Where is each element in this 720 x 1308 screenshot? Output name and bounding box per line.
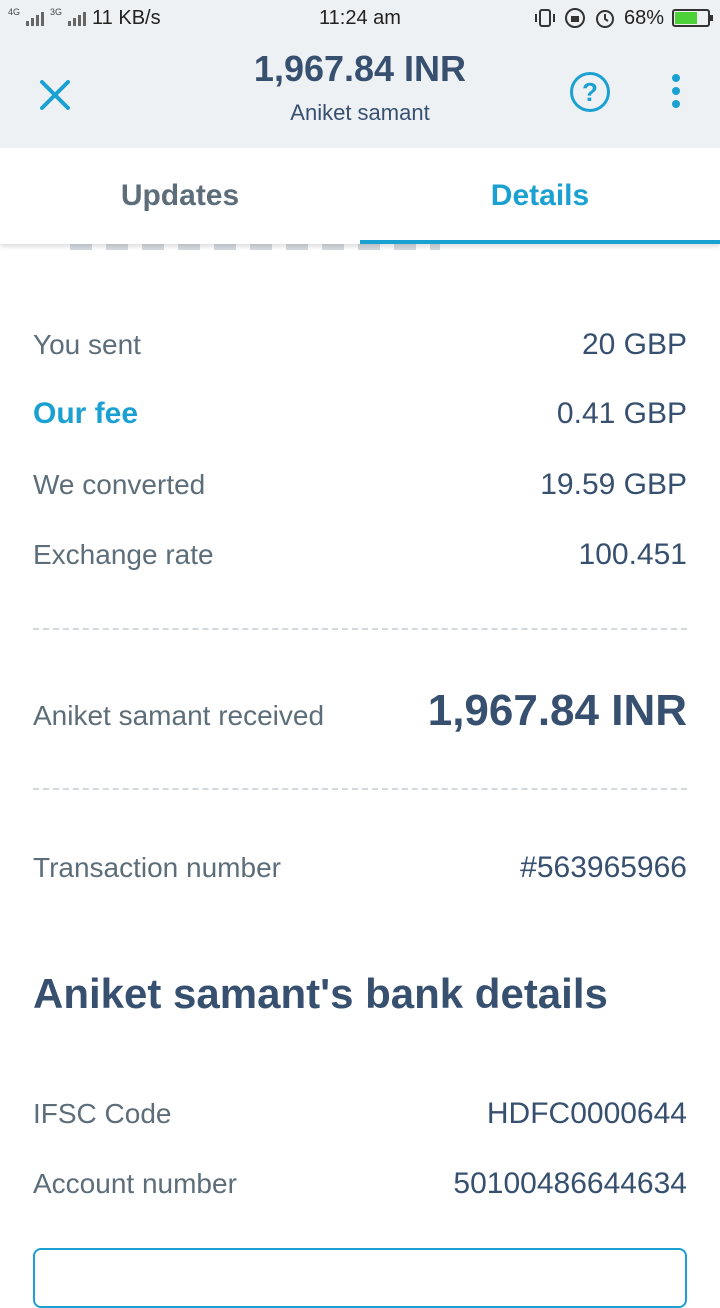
alarm-icon	[595, 10, 614, 28]
account-row: Account number 50100486644634	[33, 1164, 687, 1204]
header-amount: 1,967.84 INR	[253, 48, 467, 89]
rotation-lock-icon	[564, 8, 585, 28]
exchange-rate-row: Exchange rate 100.451	[33, 535, 687, 575]
header-recipient: Aniket samant	[290, 100, 430, 125]
fee-row: Our fee 0.41 GBP	[33, 394, 687, 434]
our-fee-link[interactable]: Our fee	[33, 394, 138, 434]
transaction-value: #563965966	[520, 851, 687, 884]
more-options-icon[interactable]	[668, 74, 684, 114]
status-right: 68%	[534, 0, 713, 36]
you-sent-row: You sent 20 GBP	[33, 325, 687, 365]
divider	[33, 788, 687, 790]
active-tab-indicator	[360, 240, 720, 244]
ifsc-label: IFSC Code	[33, 1098, 172, 1129]
account-value: 50100486644634	[453, 1167, 687, 1200]
battery-icon	[672, 9, 713, 27]
transaction-label: Transaction number	[33, 852, 281, 883]
converted-label: We converted	[33, 469, 206, 500]
app-header: 1,967.84 INR Aniket samant ?	[0, 36, 720, 148]
bank-details-title: Aniket samant's bank details	[33, 970, 608, 1017]
converted-value: 19.59 GBP	[540, 468, 687, 501]
tab-updates[interactable]: Updates	[0, 148, 360, 244]
action-button[interactable]	[33, 1248, 687, 1308]
divider	[33, 628, 687, 630]
exchange-rate-value: 100.451	[578, 538, 687, 571]
battery-percent: 68%	[623, 7, 664, 29]
vibrate-icon	[534, 9, 555, 27]
converted-row: We converted 19.59 GBP	[33, 465, 687, 505]
received-value: 1,967.84 INR	[427, 686, 687, 735]
fee-value: 0.41 GBP	[556, 397, 687, 430]
exchange-rate-label: Exchange rate	[33, 539, 214, 570]
help-icon[interactable]: ?	[570, 72, 610, 112]
tab-details[interactable]: Details	[360, 148, 720, 244]
you-sent-value: 20 GBP	[581, 328, 687, 361]
you-sent-label: You sent	[33, 329, 141, 360]
status-bar: 4G 3G 11 KB/s 11:24 am 68%	[0, 0, 720, 36]
tab-bar: Updates Details	[0, 148, 720, 244]
account-label: Account number	[33, 1168, 237, 1199]
ifsc-value: HDFC0000644	[486, 1097, 687, 1130]
received-label: Aniket samant received	[33, 700, 325, 731]
transaction-row: Transaction number #563965966	[33, 848, 687, 888]
battery-fill	[675, 12, 697, 24]
ifsc-row: IFSC Code HDFC0000644	[33, 1094, 687, 1134]
